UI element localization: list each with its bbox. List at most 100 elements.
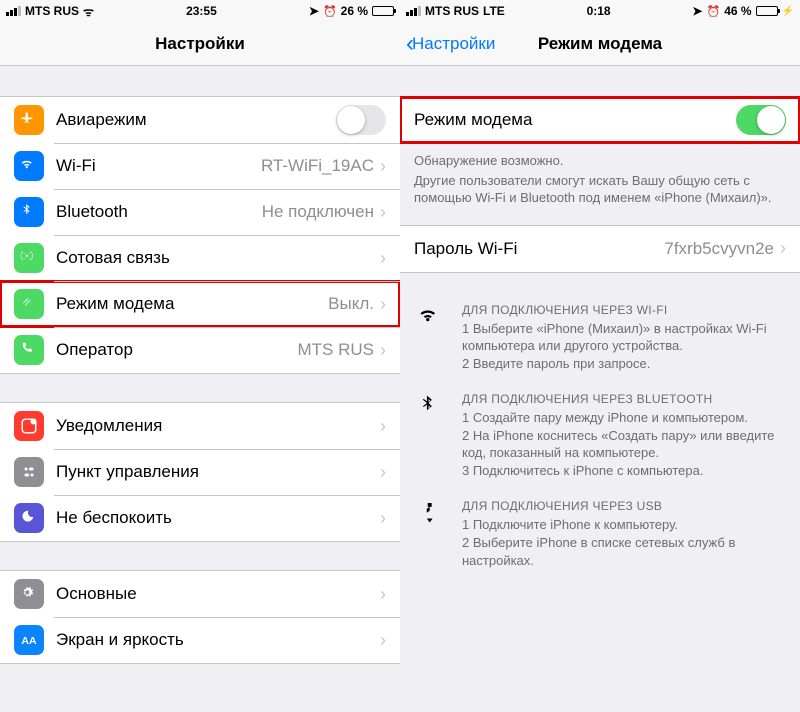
settings-row-antenna[interactable]: Сотовая связь› [0, 235, 400, 281]
instruction-heading: ДЛЯ ПОДКЛЮЧЕНИЯ ЧЕРЕЗ USB [462, 499, 786, 513]
settings-row-airplane[interactable]: Авиарежим [0, 97, 400, 143]
wifi-icon [414, 303, 448, 373]
usb-icon [414, 499, 448, 569]
instruction-line: 1 Создайте пару между iPhone и компьютер… [462, 409, 786, 427]
row-label: Режим модема [56, 294, 328, 314]
row-label: Wi-Fi [56, 156, 261, 176]
alarm-icon: ⏰ [706, 5, 720, 18]
page-title: Режим модема [538, 34, 662, 54]
settings-row-link[interactable]: Режим модемаВыкл. › [0, 281, 400, 327]
status-bar: MTS RUS ᯤ 23:55 ➤ ⏰ 26 % [0, 0, 400, 22]
location-icon: ➤ [692, 4, 702, 18]
instructions-group: ДЛЯ ПОДКЛЮЧЕНИЯ ЧЕРЕЗ WI-FI1 Выберите «i… [400, 291, 800, 577]
battery-icon [372, 6, 394, 16]
chevron-right-icon: › [380, 508, 386, 529]
row-detail: Не подключен [262, 202, 374, 222]
clock: 0:18 [505, 4, 693, 18]
chevron-right-icon: › [380, 416, 386, 437]
instruction-line: 1 Подключите iPhone к компьютеру. [462, 516, 786, 534]
phone-icon [14, 335, 44, 365]
settings-row-notif[interactable]: Уведомления› [0, 403, 400, 449]
row-detail: Выкл. [328, 294, 374, 314]
row-label: Авиарежим [56, 110, 336, 130]
row-label: Не беспокоить [56, 508, 380, 528]
settings-row-wifi[interactable]: Wi-FiRT-WiFi_19AC › [0, 143, 400, 189]
nav-bar: ‹ Настройки Режим модема [400, 22, 800, 66]
discovery-status: Обнаружение возможно. [400, 144, 800, 170]
location-icon: ➤ [309, 4, 319, 18]
status-bar: MTS RUS LTE 0:18 ➤ ⏰ 46 % ⚡ [400, 0, 800, 22]
link-icon [14, 289, 44, 319]
row-label: Сотовая связь [56, 248, 374, 268]
chevron-right-icon: › [380, 584, 386, 605]
row-label: Экран и яркость [56, 630, 380, 650]
wifi-icon [14, 151, 44, 181]
discovery-description: Другие пользователи смогут искать Вашу о… [400, 170, 800, 207]
aa-icon [14, 625, 44, 655]
bluetooth-icon [14, 197, 44, 227]
charging-icon: ⚡ [782, 6, 794, 17]
gear-icon [14, 579, 44, 609]
row-detail: RT-WiFi_19AC [261, 156, 374, 176]
instruction-wifi: ДЛЯ ПОДКЛЮЧЕНИЯ ЧЕРЕЗ WI-FI1 Выберите «i… [400, 291, 800, 381]
wifi-password-value: 7fxrb5cvyvn2e [664, 239, 774, 259]
wifi-status-icon: ᯤ [83, 3, 94, 20]
chevron-right-icon: › [780, 238, 786, 259]
bluetooth-icon [414, 392, 448, 479]
settings-row-moon[interactable]: Не беспокоить› [0, 495, 400, 541]
hotspot-switch-group: Режим модема [400, 96, 800, 144]
row-label: Уведомления [56, 416, 380, 436]
settings-row-bluetooth[interactable]: BluetoothНе подключен › [0, 189, 400, 235]
instruction-line: 2 Введите пароль при запросе. [462, 355, 786, 373]
settings-row-cc[interactable]: Пункт управления› [0, 449, 400, 495]
settings-group-network: АвиарежимWi-FiRT-WiFi_19AC›BluetoothНе п… [0, 96, 400, 374]
instruction-bluetooth: ДЛЯ ПОДКЛЮЧЕНИЯ ЧЕРЕЗ BLUETOOTH 1 Создайт… [400, 380, 800, 487]
instruction-line: 2 Выберите iPhone в списке сетевых служб… [462, 534, 786, 569]
instruction-heading: ДЛЯ ПОДКЛЮЧЕНИЯ ЧЕРЕЗ BLUETOOTH [462, 392, 786, 406]
settings-row-gear[interactable]: Основные› [0, 571, 400, 617]
phone-hotspot-detail: MTS RUS LTE 0:18 ➤ ⏰ 46 % ⚡ ‹ Настройки … [400, 0, 800, 712]
page-title: Настройки [155, 34, 245, 54]
settings-row-phone[interactable]: ОператорMTS RUS› [0, 327, 400, 373]
chevron-right-icon: › [380, 294, 386, 315]
phone-settings-list: MTS RUS ᯤ 23:55 ➤ ⏰ 26 % Настройки Авиар… [0, 0, 400, 712]
cc-icon [14, 457, 44, 487]
network-type: LTE [483, 4, 505, 18]
notif-icon [14, 411, 44, 441]
row-detail: MTS RUS [298, 340, 375, 360]
row-label: Bluetooth [56, 202, 262, 222]
wifi-password-group: Пароль Wi-Fi 7fxrb5cvyvn2e › [400, 225, 800, 273]
airplane-icon [14, 105, 44, 135]
chevron-right-icon: › [380, 340, 386, 361]
instruction-usb: ДЛЯ ПОДКЛЮЧЕНИЯ ЧЕРЕЗ USB 1 Подключите iP… [400, 487, 800, 577]
battery-pct: 26 % [341, 4, 368, 18]
signal-icon [6, 6, 21, 16]
wifi-password-row[interactable]: Пароль Wi-Fi 7fxrb5cvyvn2e › [400, 226, 800, 272]
hotspot-toggle[interactable] [736, 105, 786, 135]
battery-pct: 46 % [724, 4, 751, 18]
alarm-icon: ⏰ [323, 5, 337, 18]
wifi-password-label: Пароль Wi-Fi [414, 239, 664, 259]
signal-icon [406, 6, 421, 16]
antenna-icon [14, 243, 44, 273]
toggle[interactable] [336, 105, 386, 135]
chevron-right-icon: › [380, 156, 386, 177]
hotspot-toggle-label: Режим модема [414, 110, 736, 130]
carrier-label: MTS RUS [25, 4, 79, 18]
clock: 23:55 [94, 4, 309, 18]
settings-group-general: Основные›Экран и яркость› [0, 570, 400, 664]
settings-row-aa[interactable]: Экран и яркость› [0, 617, 400, 663]
back-label: Настройки [412, 34, 495, 54]
row-label: Основные [56, 584, 380, 604]
nav-bar: Настройки [0, 22, 400, 66]
moon-icon [14, 503, 44, 533]
instruction-line: 3 Подключитесь к iPhone с компьютера. [462, 462, 786, 480]
chevron-right-icon: › [380, 202, 386, 223]
carrier-label: MTS RUS [425, 4, 479, 18]
instruction-heading: ДЛЯ ПОДКЛЮЧЕНИЯ ЧЕРЕЗ WI-FI [462, 303, 786, 317]
hotspot-toggle-row[interactable]: Режим модема [400, 97, 800, 143]
row-label: Оператор [56, 340, 298, 360]
back-button[interactable]: ‹ Настройки [406, 32, 495, 56]
instruction-line: 2 На iPhone коснитесь «Создать пару» или… [462, 427, 786, 462]
chevron-right-icon: › [380, 630, 386, 651]
